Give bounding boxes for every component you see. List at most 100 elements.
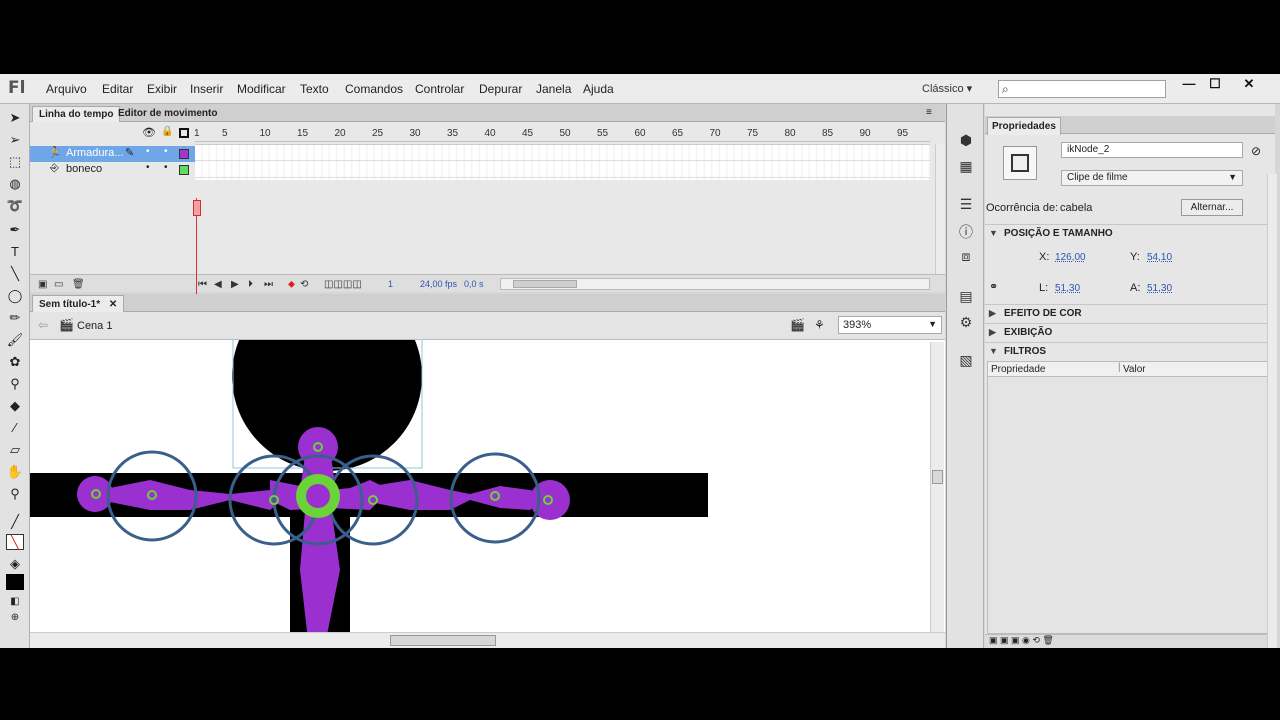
eye-icon[interactable]: 👁 [142, 126, 156, 139]
timeline-hscroll[interactable] [500, 278, 930, 290]
last-frame-icon[interactable]: ⏭ [264, 279, 273, 290]
fill-color-icon[interactable]: ◈ [6, 556, 24, 572]
scroll-thumb[interactable] [932, 470, 943, 484]
line-tool-icon[interactable]: ╲ [6, 266, 24, 282]
library-icon[interactable]: ▧ [957, 352, 975, 368]
eyedropper-tool-icon[interactable]: ⁄ [6, 420, 24, 436]
snap-icon[interactable]: ⊕ [6, 610, 24, 626]
paint-bucket-tool-icon[interactable]: ◆ [6, 398, 24, 414]
new-layer-icon[interactable]: ▣ [38, 279, 47, 290]
close-tab-icon[interactable]: ✕ [109, 299, 117, 310]
workspace-switcher[interactable]: Clássico ▾ [922, 82, 972, 95]
frame-row-boneco[interactable] [195, 162, 930, 178]
tab-timeline[interactable]: Linha do tempo [32, 106, 121, 122]
onion-skin-icon[interactable]: ◫◫◫◫ [324, 279, 362, 290]
selection-tool-icon[interactable]: ➤ [6, 110, 24, 126]
components-icon[interactable]: ⚙ [957, 314, 975, 330]
playhead-handle[interactable] [193, 200, 201, 216]
pencil-tool-icon[interactable]: ✏ [6, 310, 24, 326]
layer-boneco[interactable]: ⎆ boneco • • [30, 162, 195, 178]
zoom-tool-icon[interactable]: ⚲ [6, 486, 24, 502]
menu-modificar[interactable]: Modificar [237, 82, 286, 96]
scene-breadcrumb[interactable]: Cena 1 [77, 320, 112, 332]
stroke-swatch-icon[interactable]: ╲ [6, 534, 24, 550]
armature-bones[interactable] [77, 427, 570, 640]
code-snippets-icon[interactable]: ▤ [957, 288, 975, 304]
scroll-thumb[interactable] [390, 635, 496, 646]
lock-icon[interactable]: 🔒 [161, 126, 173, 137]
stage-vscroll[interactable] [930, 342, 944, 632]
menu-editar[interactable]: Editar [102, 82, 133, 96]
timeline-vscroll[interactable] [935, 144, 945, 274]
swap-button[interactable]: Alternar... [1181, 199, 1243, 216]
section-position-size[interactable]: ▼ POSIÇÃO E TAMANHO [985, 224, 1275, 242]
text-tool-icon[interactable]: T [6, 244, 24, 260]
section-display[interactable]: ▶ EXIBIÇÃO [985, 323, 1275, 341]
menu-ajuda[interactable]: Ajuda [583, 82, 614, 96]
x-value[interactable]: 126,00 [1055, 252, 1086, 263]
free-transform-tool-icon[interactable]: ⬚ [6, 154, 24, 170]
layer-color-swatch[interactable] [179, 149, 189, 159]
filters-list[interactable] [987, 377, 1273, 634]
section-filters[interactable]: ▼ FILTROS [985, 342, 1275, 360]
width-value[interactable]: 51,30 [1055, 283, 1080, 294]
brush-tool-icon[interactable]: 🖌 [6, 332, 24, 348]
lasso-tool-icon[interactable]: ➰ [6, 198, 24, 214]
lock-proportions-icon[interactable]: ⚭ [989, 280, 998, 293]
stage-hscroll[interactable] [30, 632, 945, 648]
help-icon[interactable]: ⊘ [1251, 144, 1261, 158]
loop-icon[interactable]: ⟲ [300, 279, 308, 290]
eraser-tool-icon[interactable]: ▱ [6, 442, 24, 458]
first-frame-icon[interactable]: ⏮ [198, 279, 207, 290]
play-icon[interactable]: ▶ [231, 279, 239, 290]
step-forward-icon[interactable]: ⏵ [248, 279, 253, 290]
instance-type-select[interactable]: Clipe de filme ▼ [1061, 170, 1243, 186]
panel-menu-icon[interactable]: ≡ [926, 107, 932, 118]
current-frame[interactable]: 1 [388, 279, 393, 289]
swap-colors-icon[interactable]: ◧ [6, 594, 24, 610]
back-arrow-icon[interactable]: ⇦ [38, 318, 48, 332]
info-icon[interactable]: ⓘ [957, 222, 975, 240]
frame-rate[interactable]: 24,00 fps [420, 279, 457, 289]
menu-arquivo[interactable]: Arquivo [46, 82, 87, 96]
section-color-effect[interactable]: ▶ EFEITO DE COR [985, 304, 1275, 322]
outline-icon[interactable] [179, 128, 189, 138]
menu-comandos[interactable]: Comandos [345, 82, 403, 96]
height-value[interactable]: 51,30 [1147, 283, 1172, 294]
step-back-icon[interactable]: ◀ [214, 279, 222, 290]
menu-exibir[interactable]: Exibir [147, 82, 177, 96]
swatches-icon[interactable]: ▦ [957, 158, 975, 174]
properties-vscroll[interactable] [1267, 174, 1277, 648]
deco-tool-icon[interactable]: ✿ [6, 354, 24, 370]
instance-name-input[interactable]: ikNode_2 [1061, 142, 1243, 158]
layer-color-swatch[interactable] [179, 165, 189, 175]
zoom-select[interactable]: 393% ▼ [838, 316, 942, 334]
hand-tool-icon[interactable]: ✋ [6, 464, 24, 480]
new-folder-icon[interactable]: ▭ [54, 279, 63, 290]
align-icon[interactable]: ☰ [957, 196, 975, 212]
tab-motion-editor[interactable]: Editor de movimento [112, 106, 223, 122]
document-tab[interactable]: Sem título-1* ✕ [32, 295, 125, 312]
y-value[interactable]: 54,10 [1147, 252, 1172, 263]
oval-tool-icon[interactable]: ◯ [6, 288, 24, 304]
menu-inserir[interactable]: Inserir [190, 82, 223, 96]
pen-tool-icon[interactable]: ✒ [6, 222, 24, 238]
layer-armature[interactable]: 🏃 Armadura... ✎ • • [30, 146, 195, 162]
stage-canvas[interactable] [30, 340, 945, 648]
color-panel-icon[interactable]: ⬢ [957, 132, 975, 148]
menu-texto[interactable]: Texto [300, 82, 329, 96]
stroke-color-icon[interactable]: ╱ [6, 514, 24, 530]
center-frame-icon[interactable]: ⬥ [288, 279, 295, 290]
close-window-button[interactable]: ✕ [1234, 76, 1264, 92]
edit-symbol-icon[interactable]: ⚘ [814, 318, 825, 332]
maximize-button[interactable]: ☐ [1200, 76, 1230, 92]
menu-controlar[interactable]: Controlar [415, 82, 464, 96]
tab-properties[interactable]: Propriedades [987, 117, 1061, 135]
edit-scene-icon[interactable]: 🎬 [790, 318, 805, 332]
frame-ruler[interactable]: 1 5 10 15 20 25 30 35 40 45 50 55 60 65 70 75 80 85 90 95 [194, 126, 930, 142]
add-filter-icon[interactable]: ▣ ▣ ▣ ◉ ⟲ 🗑 [989, 635, 1054, 646]
fill-swatch-icon[interactable] [6, 574, 24, 590]
scroll-thumb[interactable] [513, 280, 577, 288]
delete-layer-icon[interactable]: 🗑 [72, 279, 85, 290]
transform-icon[interactable]: ⧈ [957, 248, 975, 264]
